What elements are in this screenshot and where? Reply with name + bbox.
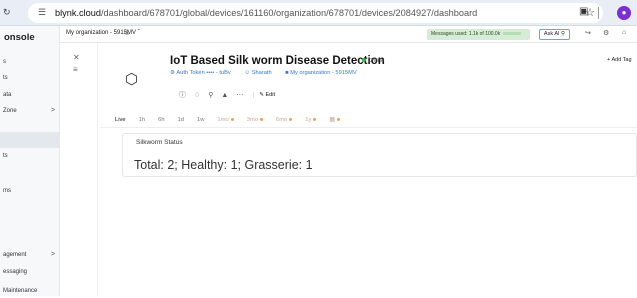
- sidebar-item-active[interactable]: [0, 132, 60, 148]
- menu-icon[interactable]: ≡: [73, 65, 78, 74]
- sidebar: onsole s ts ata Zone > ts ms agement > ess…: [0, 26, 60, 296]
- sidebar-item[interactable]: ts: [0, 149, 60, 163]
- silkworm-status-widget: Silkworm Status Total: 2; Healthy: 1; Gr…: [122, 133, 637, 177]
- device-cube-icon: ⬡: [125, 71, 139, 88]
- address-bar[interactable]: ☰ blynk.cloud/dashboard/678701/global/de…: [28, 3, 603, 23]
- pro-dot-icon: [230, 117, 234, 121]
- sidebar-item[interactable]: s: [0, 55, 60, 69]
- tab-1mo[interactable]: 1mo: [217, 117, 234, 123]
- sidebar-item[interactable]: ata: [0, 88, 60, 102]
- calendar-icon: ▦: [329, 117, 335, 123]
- status-badge: Online: [362, 58, 384, 64]
- pro-dot-icon: [289, 117, 293, 121]
- ask-ai-button[interactable]: Ask AI ⚲: [539, 29, 570, 40]
- auth-token[interactable]: ⚙ Auth Token •••• - tuBv: [170, 70, 237, 76]
- device-actions: ⓘ ♢ ⚲ ▲ ⋯ ✎ Edit: [171, 88, 281, 102]
- profile-avatar[interactable]: ●: [617, 6, 631, 20]
- chevron-right-icon: >: [51, 251, 56, 258]
- pro-dot-icon: [313, 117, 317, 121]
- app-top-bar: My organization - 5915MV ˇ ⊙ Messages us…: [60, 26, 637, 43]
- org-link[interactable]: ■ My organization - 5915MV: [285, 70, 362, 76]
- edit-button[interactable]: ✎ Edit: [253, 92, 275, 98]
- time-range-tabs: Live 1h 6h 1d 1w 1mo 3mo 6mo 1y ▦: [115, 115, 353, 125]
- pin-icon[interactable]: ⚲: [208, 91, 213, 99]
- chart-icon[interactable]: ▲: [221, 92, 228, 99]
- tab-live[interactable]: Live: [115, 117, 126, 123]
- tab-1h[interactable]: 1h: [139, 117, 145, 123]
- site-info-icon[interactable]: ☰: [34, 7, 50, 19]
- tabs-divider: [100, 127, 637, 128]
- close-icon[interactable]: ✕: [73, 53, 80, 62]
- cast-icon[interactable]: ▣: [579, 6, 588, 17]
- device-title: IoT Based Silk worm Disease Detection: [170, 55, 385, 67]
- toolbar-divider: [598, 7, 599, 19]
- widget-value: Total: 2; Healthy: 1; Grasserie: 1: [134, 158, 313, 172]
- widget-title: Silkworm Status: [136, 139, 183, 146]
- owner-link[interactable]: ☺ Sharath: [244, 70, 277, 76]
- usage-bar: [503, 32, 522, 36]
- more-icon[interactable]: ⋯: [236, 91, 243, 99]
- sidebar-item[interactable]: ts: [0, 71, 60, 85]
- browser-chrome: ↻ ☰ blynk.cloud/dashboard/678701/global/…: [0, 0, 637, 26]
- messages-usage-badge: Messages used: 1.1k of 100.0k: [427, 29, 530, 40]
- bell-icon[interactable]: ♢: [194, 91, 200, 99]
- info-icon[interactable]: ⓘ: [179, 90, 186, 100]
- sidebar-title: onsole: [4, 32, 35, 43]
- settings-icon[interactable]: ⚙: [603, 29, 609, 37]
- help-icon[interactable]: ⊙: [124, 29, 130, 37]
- chevron-right-icon: >: [51, 107, 56, 114]
- tab-1d[interactable]: 1d: [178, 117, 184, 123]
- pro-dot-icon: [336, 117, 340, 121]
- tab-1y[interactable]: 1y: [305, 117, 317, 123]
- add-tag-button[interactable]: + Add Tag: [607, 57, 632, 63]
- tab-6h[interactable]: 6h: [158, 117, 164, 123]
- share-icon[interactable]: ↪: [585, 29, 591, 37]
- sidebar-item[interactable]: agement >: [0, 248, 60, 262]
- pro-dot-icon: [259, 117, 263, 121]
- sidebar-item[interactable]: Zone >: [0, 104, 60, 118]
- tab-custom[interactable]: ▦: [329, 117, 340, 123]
- device-tools-column: ✕ ≡: [60, 43, 98, 296]
- online-dot-icon: [362, 58, 366, 62]
- tab-6mo[interactable]: 6mo: [276, 117, 293, 123]
- tab-1w[interactable]: 1w: [197, 117, 204, 123]
- notifications-icon[interactable]: ⌂: [622, 29, 626, 36]
- reload-icon[interactable]: ↻: [3, 7, 15, 18]
- tab-3mo[interactable]: 3mo: [247, 117, 263, 123]
- sidebar-item[interactable]: essaging: [0, 265, 60, 279]
- url-text: blynk.cloud/dashboard/678701/global/devi…: [55, 8, 478, 18]
- sidebar-item[interactable]: ms: [0, 184, 60, 198]
- device-meta: ⚙ Auth Token •••• - tuBv ☺ Sharath ■ My …: [170, 70, 369, 76]
